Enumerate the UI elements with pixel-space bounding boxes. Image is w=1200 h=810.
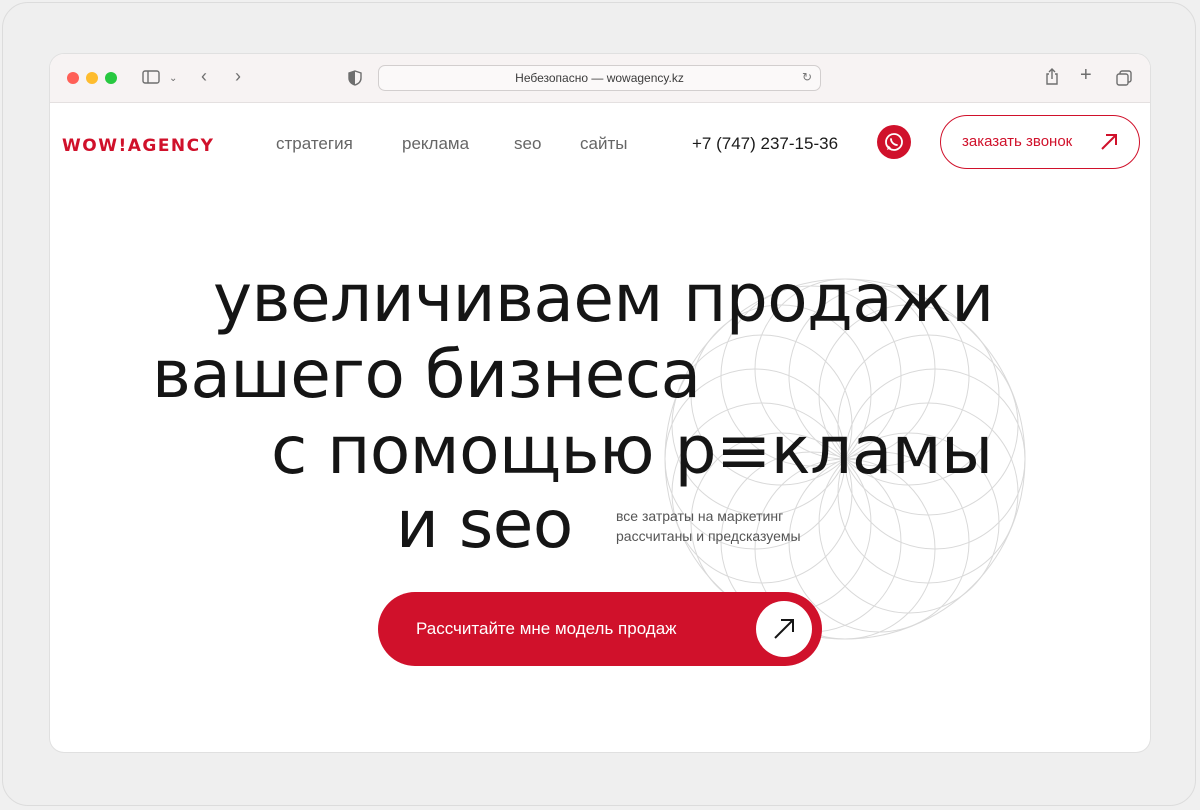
chevron-down-icon[interactable]: ⌄ [169,71,177,87]
close-window-button[interactable] [67,72,79,84]
cta-arrow-circle [756,601,812,657]
hero-subtext-line-2: рассчитаны и предсказуемы [616,528,801,544]
nav-link-seo[interactable]: seo [514,134,541,154]
address-bar[interactable]: Небезопасно — wowagency.kz ↻ [378,65,821,91]
arrow-up-right-icon [1101,134,1117,150]
site-logo[interactable]: WOW!AGENCY [62,136,214,156]
hero-title-line-2: вашего бизнеса [152,336,701,413]
hero-title-line-4: и seo [396,486,573,563]
arrow-up-right-icon [774,619,794,639]
order-call-button[interactable]: заказать звонок [940,115,1140,169]
nav-link-websites[interactable]: сайты [580,134,627,154]
cta-label: Рассчитайте мне модель продаж [416,619,677,638]
hero-subtext-line-1: все затраты на маркетинг [616,508,784,524]
new-tab-icon[interactable]: + [1080,65,1092,85]
browser-window: ⌄ ‹ › Небезопасно — wowagency.kz ↻ + WOW… [50,54,1150,752]
hero-title-line-3: с помощью р≡кламы [271,412,993,489]
shield-icon[interactable] [348,70,362,90]
nav-link-advertising[interactable]: реклама [402,134,469,154]
whatsapp-button[interactable] [877,125,911,159]
calculate-sales-model-button[interactable]: Рассчитайте мне модель продаж [378,592,822,666]
sidebar-icon[interactable] [142,69,160,89]
share-icon[interactable] [1045,68,1059,90]
nav-link-strategy[interactable]: стратегия [276,134,353,154]
minimize-window-button[interactable] [86,72,98,84]
hero-subtext: все затраты на маркетинг рассчитаны и пр… [616,506,856,546]
browser-toolbar: ⌄ ‹ › Небезопасно — wowagency.kz ↻ + [50,54,1150,103]
url-text: Небезопасно — wowagency.kz [515,71,684,85]
order-call-label: заказать звонок [962,133,1073,150]
zoom-window-button[interactable] [105,72,117,84]
back-icon[interactable]: ‹ [201,67,207,85]
hero-title-line-1: увеличиваем продажи [213,260,994,337]
forward-icon[interactable]: › [235,67,241,85]
reload-icon[interactable]: ↻ [802,70,812,84]
phone-link[interactable]: +7 (747) 237-15-36 [692,134,838,154]
tabs-overview-icon[interactable] [1116,70,1132,90]
whatsapp-icon [885,133,903,151]
